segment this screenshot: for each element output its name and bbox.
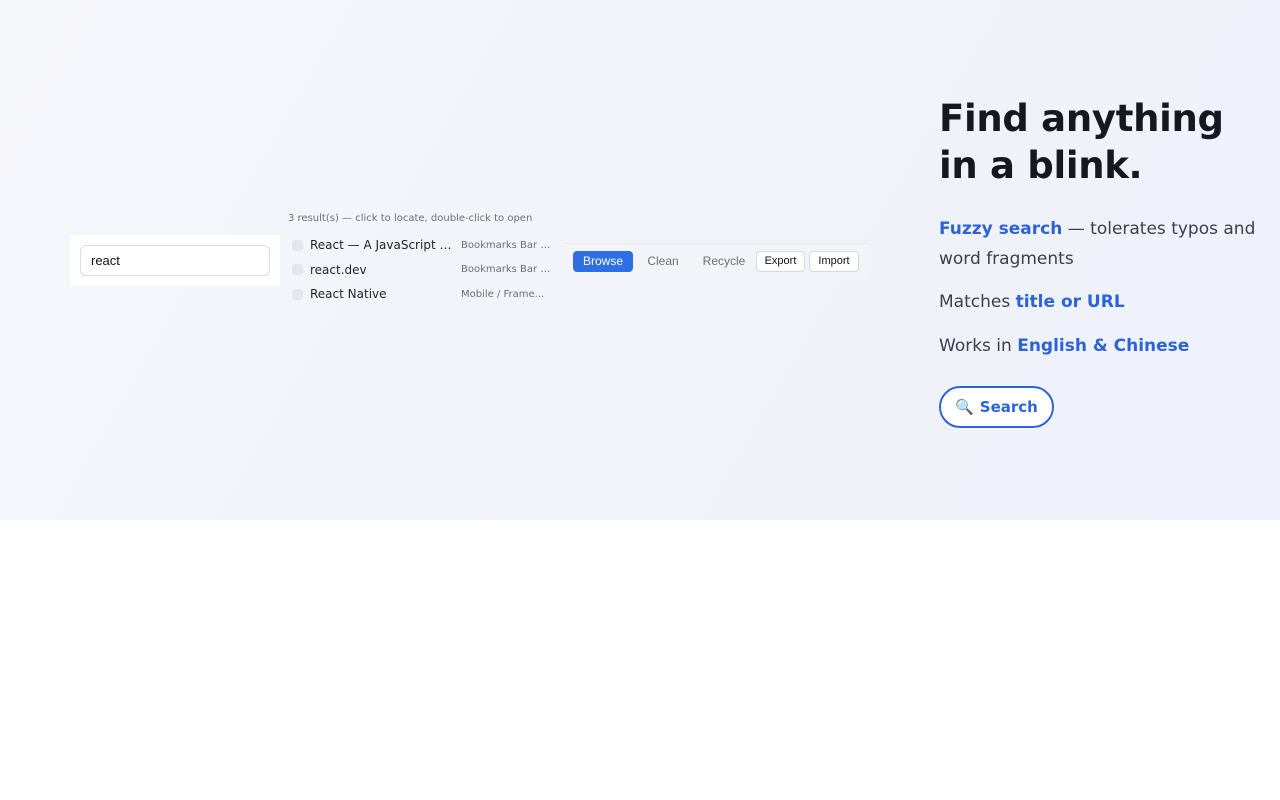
feature-text: Matches xyxy=(939,292,1016,312)
results-hint: 3 result(s) — click to locate, double-cl… xyxy=(288,213,533,224)
feature-text: Works in xyxy=(939,336,1018,356)
import-button[interactable]: Import xyxy=(809,251,859,272)
feature-info: Find anything in a blink. Fuzzy search —… xyxy=(939,95,1259,428)
browse-tab[interactable]: Browse xyxy=(573,251,633,272)
search-icon: 🔍 xyxy=(955,397,974,416)
list-item[interactable]: React Native Mobile / Frame... xyxy=(288,282,560,307)
search-button-label: Search xyxy=(979,398,1038,416)
export-button[interactable]: Export xyxy=(756,251,805,272)
row-checkbox[interactable] xyxy=(292,239,303,251)
page-title: Find anything in a blink. xyxy=(939,95,1259,189)
results-list: React — A JavaScript li... Bookmarks Bar… xyxy=(288,233,560,307)
result-folder: Mobile / Frame... xyxy=(461,288,545,300)
headline-line-2: in a blink. xyxy=(939,144,1143,187)
result-title: react.dev xyxy=(310,262,367,277)
result-title: React — A JavaScript li... xyxy=(310,238,454,253)
feature-fuzzy-search: Fuzzy search — tolerates typos and word … xyxy=(939,214,1259,274)
page-blank-area xyxy=(0,520,1280,800)
row-checkbox[interactable] xyxy=(292,288,303,300)
list-item[interactable]: React — A JavaScript li... Bookmarks Bar… xyxy=(288,233,560,258)
feature-highlight: English & Chinese xyxy=(1017,336,1190,356)
feature-languages: Works in English & Chinese xyxy=(939,331,1259,361)
result-folder: Bookmarks Bar /... xyxy=(461,239,553,251)
feature-matches: Matches title or URL xyxy=(939,287,1259,317)
toolbar: Browse Clean Recycle Export Import xyxy=(563,243,869,280)
feature-highlight: Fuzzy search xyxy=(939,219,1063,239)
search-panel xyxy=(70,235,280,286)
result-title: React Native xyxy=(310,287,387,302)
search-input[interactable] xyxy=(80,245,270,276)
recycle-tab[interactable]: Recycle xyxy=(696,251,752,272)
hero-section: 3 result(s) — click to locate, double-cl… xyxy=(0,0,1280,520)
list-item[interactable]: react.dev Bookmarks Bar /... xyxy=(288,258,560,283)
row-checkbox[interactable] xyxy=(292,264,303,276)
clean-tab[interactable]: Clean xyxy=(639,251,687,272)
result-folder: Bookmarks Bar /... xyxy=(461,264,553,276)
search-button[interactable]: 🔍 Search xyxy=(939,386,1054,428)
feature-highlight: title or URL xyxy=(1015,292,1125,312)
headline-line-1: Find anything xyxy=(939,97,1224,140)
